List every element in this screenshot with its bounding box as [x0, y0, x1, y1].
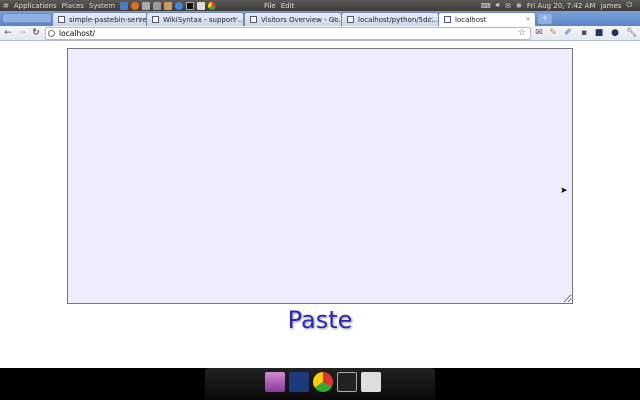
extension-icon[interactable]: ■ [594, 28, 604, 38]
dock-terminal-icon[interactable] [337, 372, 357, 392]
browser-toolbar: ← → ↻ localhost/ ☆ ✉ ✎ ✐ ▪ ■ ● 🔧︎ [0, 26, 640, 41]
dock-files-icon[interactable] [265, 372, 285, 392]
back-icon[interactable]: ← [3, 28, 13, 38]
network-icon[interactable]: ❋ [516, 2, 522, 10]
dock-chrome-icon[interactable] [313, 372, 333, 392]
dock-editor-icon[interactable] [361, 372, 381, 392]
close-icon[interactable]: × [331, 15, 337, 23]
forward-icon[interactable]: → [17, 28, 27, 38]
globe-icon [48, 30, 55, 37]
extension-icon[interactable]: ✐ [563, 28, 573, 38]
wrench-icon[interactable]: 🔧︎ [626, 28, 637, 38]
top-panel: ✲ Applications Places System File Edit ⌨… [0, 0, 640, 11]
mouse-cursor-icon: ➤ [560, 186, 568, 196]
extension-icon[interactable]: ✎ [548, 28, 558, 38]
window-controls[interactable] [2, 13, 52, 23]
firefox-icon[interactable] [131, 1, 140, 10]
clock[interactable]: Fri Aug 20, 7:42 AM [527, 2, 596, 10]
tab-visitors[interactable]: Visitors Overview - Go... × [244, 12, 342, 26]
mail-icon [250, 16, 257, 23]
extension-icon[interactable]: ▪ [579, 28, 589, 38]
tab-strip: simple-pastebin-serve... × WikiSyntax - s… [0, 11, 640, 26]
menu-edit[interactable]: Edit [281, 2, 295, 10]
terminal-icon[interactable] [186, 1, 195, 10]
close-icon[interactable]: × [233, 15, 239, 23]
menu-system[interactable]: System [89, 2, 115, 10]
page-content: Paste ➤ [0, 41, 640, 368]
reload-icon[interactable]: ↻ [31, 28, 41, 38]
address-bar[interactable]: localhost/ [45, 27, 531, 40]
tab-localhost-python[interactable]: localhost/python/5dc... × [341, 12, 439, 26]
menu-places[interactable]: Places [62, 2, 84, 10]
new-tab-button[interactable]: + [538, 14, 552, 24]
paste-button[interactable]: Paste [0, 306, 640, 334]
tab-wikisyntax[interactable]: WikiSyntax - support ... × [146, 12, 244, 26]
tab-pastebin[interactable]: simple-pastebin-serve... × [52, 12, 148, 26]
dock [0, 368, 640, 400]
home-icon [58, 16, 65, 23]
ubuntu-logo-icon: ✲ [3, 1, 9, 10]
user-menu[interactable]: james [600, 2, 621, 10]
launcher-icon[interactable] [120, 1, 129, 10]
chrome-icon[interactable] [208, 1, 217, 10]
gmail-checker-icon[interactable]: ✉ [534, 28, 544, 38]
menu-file[interactable]: File [264, 2, 276, 10]
help-icon[interactable] [175, 1, 184, 10]
launcher-icon[interactable] [142, 1, 151, 10]
paste-textarea[interactable] [67, 48, 573, 304]
keyboard-icon[interactable]: ⌨ [481, 2, 491, 10]
close-icon[interactable]: × [525, 15, 531, 23]
dock-app-icon[interactable] [289, 372, 309, 392]
editor-icon[interactable] [197, 1, 206, 10]
page-icon [444, 16, 451, 23]
calculator-icon[interactable] [153, 1, 162, 10]
volume-icon[interactable]: 🔊︎ [496, 1, 500, 10]
close-icon[interactable]: × [137, 15, 143, 23]
home-icon [152, 16, 159, 23]
dock-bar [205, 368, 435, 400]
menu-applications[interactable]: Applications [14, 2, 57, 10]
star-icon[interactable]: ☆ [517, 28, 527, 38]
extension-icon[interactable]: ● [610, 28, 620, 38]
tab-localhost[interactable]: localhost × [438, 12, 536, 26]
page-icon [347, 16, 354, 23]
launcher-icon[interactable] [164, 1, 173, 10]
power-icon[interactable]: ⏻ [626, 1, 632, 10]
close-icon[interactable]: × [428, 15, 434, 23]
mail-icon[interactable]: ✉ [505, 2, 511, 10]
